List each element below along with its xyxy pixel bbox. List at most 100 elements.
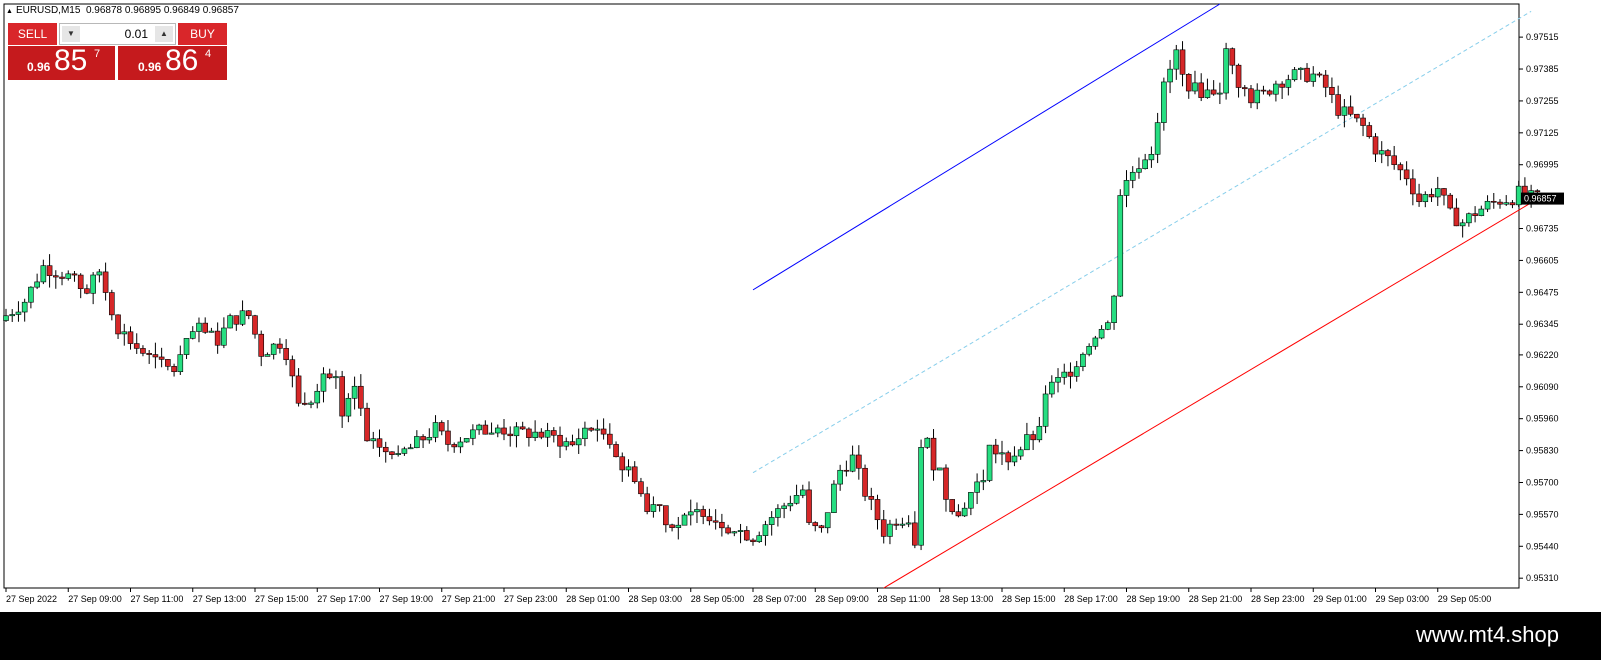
time-tick-label: 28 Sep 09:00 <box>815 594 869 604</box>
candle-body <box>1503 202 1510 205</box>
candle-body <box>849 454 856 472</box>
candle-body <box>189 331 196 339</box>
candle-body <box>669 524 675 528</box>
candle-body <box>65 273 72 279</box>
time-tick-label: 29 Sep 01:00 <box>1313 594 1367 604</box>
time-tick-label: 27 Sep 19:00 <box>380 594 434 604</box>
time-tick-label: 29 Sep 03:00 <box>1376 594 1430 604</box>
time-tick-label: 28 Sep 15:00 <box>1002 594 1056 604</box>
candle-body <box>15 311 22 315</box>
lot-size-input[interactable] <box>82 26 148 42</box>
candle-body <box>918 447 924 546</box>
time-axis[interactable]: 27 Sep 2022 27 Sep 09:00 27 Sep 11:00 27 Se… <box>5 588 1491 604</box>
candle-body <box>1372 136 1379 155</box>
sell-price-sup: 7 <box>94 48 101 60</box>
price-tick-label: 0.95310 <box>1526 573 1559 583</box>
candle-body <box>687 511 694 516</box>
time-tick-label: 27 Sep 09:00 <box>68 594 122 604</box>
time-tick-label: 28 Sep 19:00 <box>1127 594 1181 604</box>
candle-body <box>395 453 401 455</box>
time-tick-label: 27 Sep 11:00 <box>131 594 184 604</box>
candle-body <box>277 343 283 349</box>
candle-body <box>1397 164 1404 171</box>
candle-body <box>382 446 389 453</box>
time-tick-label: 28 Sep 21:00 <box>1189 594 1243 604</box>
candle-body <box>214 330 221 346</box>
candle-body <box>1360 117 1366 126</box>
candle-body <box>1210 89 1217 95</box>
price-tick-label: 0.97125 <box>1526 128 1559 138</box>
candle-body <box>420 436 426 441</box>
candle-body <box>426 437 433 441</box>
candle-body <box>1285 79 1292 88</box>
ohlc-open: 0.96878 <box>85 5 123 16</box>
time-tick-label: 28 Sep 23:00 <box>1251 594 1305 604</box>
price-chart[interactable]: 0.975150.973850.972550.971250.969950.967… <box>0 0 1601 612</box>
candle-body <box>84 288 90 294</box>
candle-body <box>619 456 626 471</box>
candle-body <box>793 495 800 504</box>
candle-body <box>96 271 103 276</box>
price-tick-label: 0.95440 <box>1526 541 1559 551</box>
sell-price-box[interactable]: 0.96 85 7 <box>8 44 115 80</box>
candle-body <box>9 314 16 317</box>
candle-body <box>457 441 464 448</box>
price-tick-label: 0.96605 <box>1526 255 1559 265</box>
candle-body <box>600 428 607 435</box>
candle-body <box>1192 82 1198 92</box>
candle-body <box>264 354 271 357</box>
candle-body <box>102 271 109 293</box>
candle-body <box>1179 49 1186 75</box>
sell-button[interactable]: SELL <box>8 23 57 45</box>
candle-body <box>221 327 227 346</box>
buy-button[interactable]: BUY <box>178 23 227 45</box>
price-tick-label: 0.95570 <box>1526 509 1559 519</box>
price-tick-label: 0.96345 <box>1526 319 1559 329</box>
lot-increase-icon[interactable]: ▲ <box>155 26 173 42</box>
candle-body <box>133 343 140 349</box>
candle-body <box>28 286 34 303</box>
candle-body <box>806 489 812 523</box>
price-axis[interactable]: 0.97515 0.97385 0.97255 0.97125 0.96995 0.967… <box>1519 32 1559 583</box>
candle-body <box>3 315 9 321</box>
candle-body <box>1329 86 1335 95</box>
candle-body <box>245 310 252 317</box>
candle-body <box>289 359 296 377</box>
candle-body <box>1441 188 1447 196</box>
candle-body <box>943 467 949 500</box>
candle-body <box>675 524 682 528</box>
candle-body <box>301 402 308 405</box>
candle-body <box>700 509 707 517</box>
buy-price-box[interactable]: 0.96 86 4 <box>118 44 227 80</box>
candle-body <box>663 505 669 526</box>
candle-body <box>880 519 887 537</box>
candle-body <box>1111 295 1117 323</box>
time-tick-label: 27 Sep 2022 <box>6 594 57 604</box>
price-tick-label: 0.95700 <box>1526 477 1559 487</box>
candle-body <box>644 493 650 512</box>
candle-body <box>1241 87 1248 90</box>
candle-body <box>77 274 84 289</box>
price-tick-label: 0.96090 <box>1526 382 1559 392</box>
candle-body <box>1403 169 1410 180</box>
candle-body <box>1490 200 1497 203</box>
price-tick-label: 0.96475 <box>1526 287 1559 297</box>
candle-body <box>202 322 208 333</box>
candle-body <box>1422 194 1429 203</box>
candle-body <box>1248 88 1254 104</box>
candle-body <box>887 523 893 537</box>
candle-body <box>308 402 314 405</box>
candle-body <box>650 504 657 512</box>
buy-price-big: 86 <box>165 44 199 77</box>
ohlc-high: 0.96895 <box>124 5 162 16</box>
collapse-triangle-icon[interactable]: ▲ <box>6 8 13 15</box>
candle-body <box>843 469 850 472</box>
candle-body <box>59 276 65 279</box>
candle-body <box>775 508 781 518</box>
candle-body <box>526 428 532 438</box>
candle-body <box>432 422 439 438</box>
candle-body <box>196 322 202 332</box>
candle-body <box>295 375 302 404</box>
time-tick-label: 28 Sep 17:00 <box>1064 594 1118 604</box>
lot-decrease-icon[interactable]: ▼ <box>62 26 80 42</box>
